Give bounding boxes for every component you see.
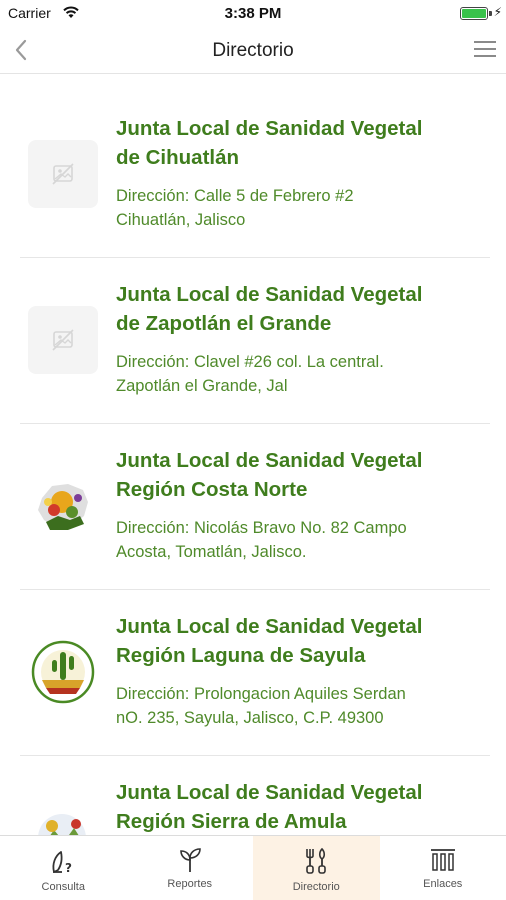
hamburger-menu-icon[interactable] — [474, 41, 496, 59]
entry-name-line2: Región Laguna de Sayula — [116, 644, 366, 667]
costa-norte-logo — [38, 484, 88, 530]
sprout-icon — [179, 848, 201, 872]
entry-address-line1: Dirección: Clavel #26 col. La central. — [116, 353, 384, 371]
status-time: 3:38 PM — [224, 5, 282, 22]
charging-bolt-icon: ⚡ — [493, 5, 502, 19]
entry-name-line1: Junta Local de Sanidad Vegetal — [116, 615, 423, 638]
entry-name-line2: Región Costa Norte — [116, 478, 308, 501]
tab-label: Consulta — [41, 881, 85, 893]
placeholder-image-icon — [28, 306, 98, 374]
directory-item[interactable]: Junta Local de Sanidad Vegetal Región Si… — [0, 756, 506, 835]
entry-address-line1: Dirección: Nicolás Bravo No. 82 Campo — [116, 519, 407, 537]
svg-text:?: ? — [65, 861, 72, 875]
battery-icon — [460, 7, 488, 20]
entry-address-line2: Cihuatlán, Jalisco — [116, 211, 246, 229]
entry-name-line1: Junta Local de Sanidad Vegetal — [116, 117, 423, 140]
entry-name-line1: Junta Local de Sanidad Vegetal — [116, 449, 423, 472]
tools-icon — [306, 847, 327, 874]
entry-address-line2: Zapotlán el Grande, Jal — [116, 377, 288, 395]
status-bar: Carrier 3:38 PM ⚡ — [0, 0, 506, 28]
tab-reportes[interactable]: Reportes — [127, 836, 254, 900]
tab-label: Enlaces — [423, 878, 463, 890]
navigation-bar: Directorio — [0, 28, 506, 74]
directory-item[interactable]: Junta Local de Sanidad Vegetal de Cihuat… — [0, 92, 506, 258]
entry-address-line2: Acosta, Tomatlán, Jalisco. — [116, 543, 307, 561]
tab-bar: ? Consulta Reportes Directorio Enlaces — [0, 835, 506, 900]
entry-name-line2: Región Sierra de Amula — [116, 810, 347, 833]
consulta-icon: ? — [52, 851, 72, 875]
directory-item[interactable]: Junta Local de Sanidad Vegetal de Zapotl… — [0, 258, 506, 424]
placeholder-image-icon — [28, 140, 98, 208]
tab-label: Reportes — [167, 878, 213, 890]
entry-name-line1: Junta Local de Sanidad Vegetal — [116, 283, 423, 306]
entry-name-line2: de Cihuatlán — [116, 146, 240, 169]
page-title: Directorio — [212, 40, 294, 61]
tab-consulta[interactable]: ? Consulta — [0, 836, 127, 900]
entry-address-line1: Dirección: Calle 5 de Febrero #2 — [116, 187, 354, 205]
battery-tip — [489, 11, 492, 16]
tab-enlaces[interactable]: Enlaces — [380, 836, 506, 900]
directory-item[interactable]: Junta Local de Sanidad Vegetal Región Co… — [0, 424, 506, 590]
laguna-de-sayula-logo — [31, 640, 95, 704]
entry-address-line1: Dirección: Prolongacion Aquiles Serdan — [116, 685, 406, 703]
tab-label: Directorio — [292, 881, 340, 893]
entry-name-line2: de Zapotlán el Grande — [116, 312, 332, 335]
columns-icon — [430, 849, 455, 871]
entry-name-line1: Junta Local de Sanidad Vegetal — [116, 781, 423, 804]
sierra-de-amula-logo — [38, 814, 86, 835]
entry-address-line2: nO. 235, Sayula, Jalisco, C.P. 49300 — [116, 709, 384, 727]
directory-list[interactable]: Junta Local de Sanidad Vegetal de Cihuat… — [0, 92, 506, 835]
directory-item[interactable]: Junta Local de Sanidad Vegetal Región La… — [0, 590, 506, 756]
tab-directorio[interactable]: Directorio — [253, 836, 380, 900]
